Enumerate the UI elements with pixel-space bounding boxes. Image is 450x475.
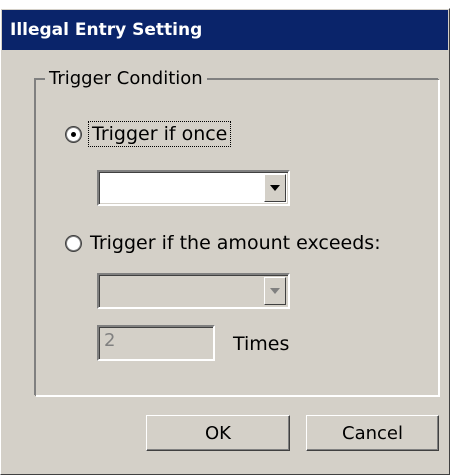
radio-trigger-exceeds-label: Trigger if the amount exceeds:	[90, 232, 381, 254]
radio-button-checked-icon[interactable]	[67, 127, 80, 141]
radio-trigger-once[interactable]: Trigger if once	[67, 121, 232, 147]
radio-trigger-once-label: Trigger if once	[87, 121, 232, 147]
illegal-entry-setting-dialog: Illegal Entry Setting Trigger Condition …	[0, 8, 450, 475]
window-title: Illegal Entry Setting	[2, 10, 448, 50]
radio-trigger-exceeds[interactable]: Trigger if the amount exceeds:	[67, 232, 381, 254]
ok-button[interactable]: OK	[146, 415, 290, 451]
times-label: Times	[233, 333, 290, 355]
group-legend: Trigger Condition	[45, 67, 207, 91]
trigger-exceeds-dropdown-button[interactable]	[264, 277, 286, 305]
times-input[interactable]: 2	[97, 325, 215, 361]
trigger-exceeds-select[interactable]	[97, 273, 290, 309]
radio-button-unchecked-icon[interactable]	[67, 236, 80, 250]
trigger-once-select[interactable]	[97, 170, 290, 206]
chevron-down-icon	[270, 185, 280, 191]
trigger-once-dropdown-button[interactable]	[264, 174, 286, 202]
cancel-button[interactable]: Cancel	[306, 415, 439, 451]
chevron-down-icon	[270, 288, 280, 294]
